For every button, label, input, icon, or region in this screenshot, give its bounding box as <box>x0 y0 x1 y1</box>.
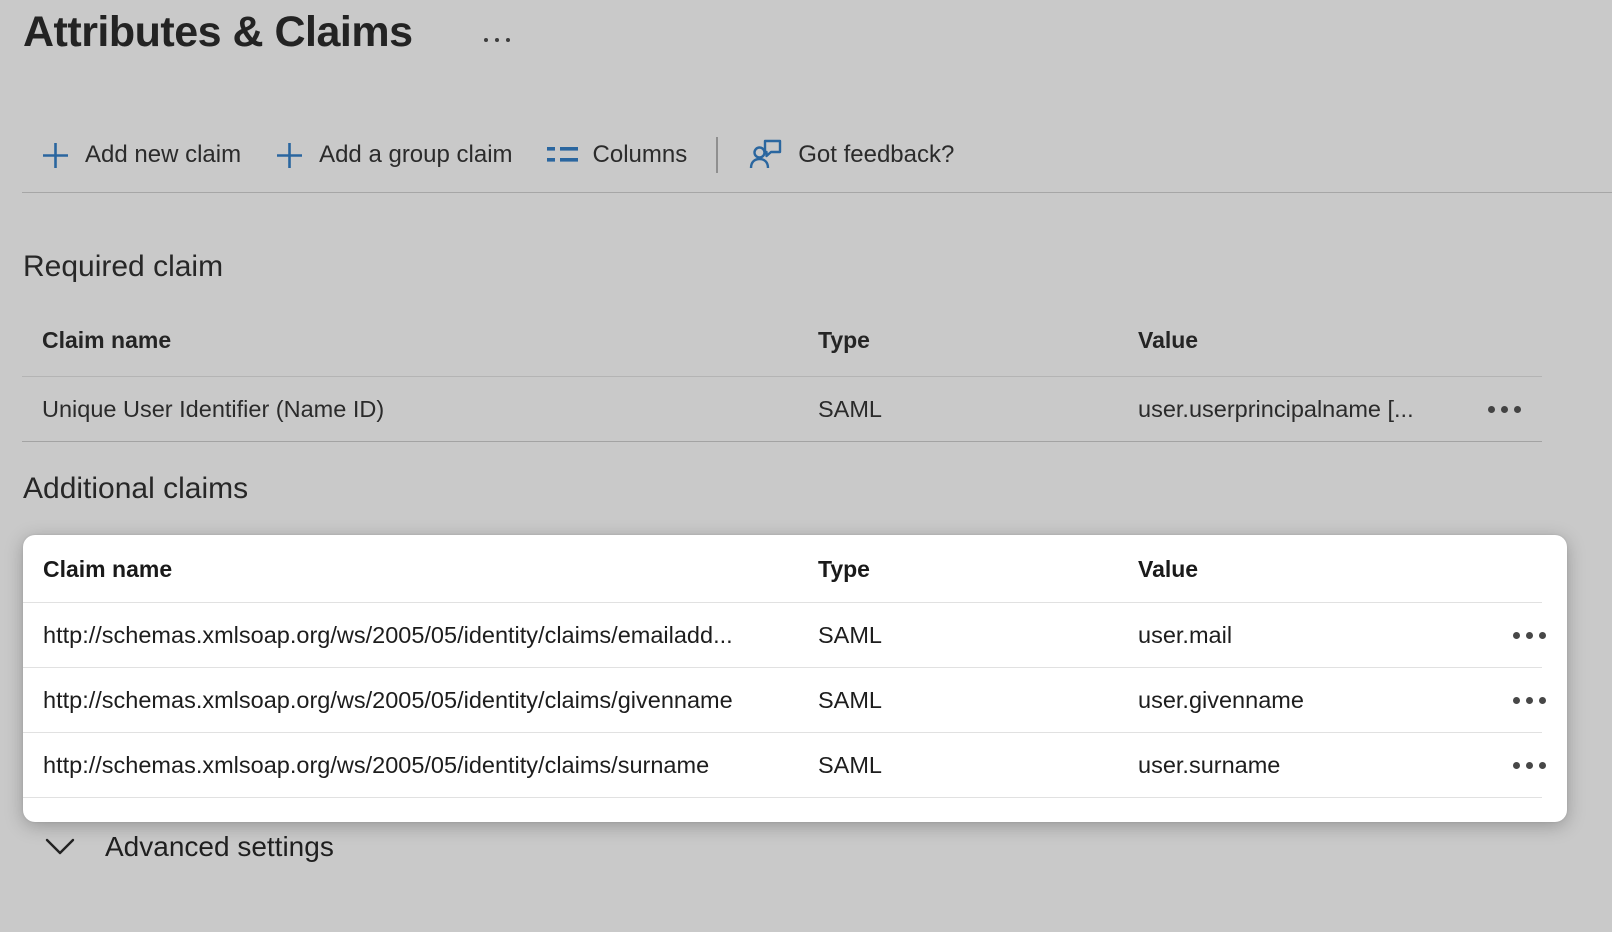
claim-type-cell: SAML <box>818 396 1138 423</box>
command-bar: Add new claim Add a group claim Columns <box>40 131 954 179</box>
got-feedback-label: Got feedback? <box>798 141 954 169</box>
ellipsis-icon <box>495 38 499 42</box>
add-new-claim-label: Add new claim <box>85 141 241 169</box>
chevron-down-icon <box>44 836 76 858</box>
row-context-menu-button[interactable] <box>1511 689 1548 712</box>
columns-label: Columns <box>593 141 688 169</box>
plus-icon <box>40 140 71 171</box>
plus-icon <box>274 140 305 171</box>
ellipsis-icon <box>1514 406 1521 413</box>
got-feedback-button[interactable]: Got feedback? <box>748 137 954 173</box>
person-feedback-icon <box>748 137 784 173</box>
claim-value-cell: user.mail <box>1138 622 1511 649</box>
page-context-menu-button[interactable] <box>484 38 510 42</box>
ellipsis-icon <box>1526 762 1533 769</box>
ellipsis-icon <box>506 38 510 42</box>
table-row-emailaddress-claim[interactable]: http://schemas.xmlsoap.org/ws/2005/05/id… <box>23 603 1567 668</box>
page-title: Attributes & Claims <box>23 8 413 57</box>
ellipsis-icon <box>1513 762 1520 769</box>
ellipsis-icon <box>1526 697 1533 704</box>
toolbar-separator <box>716 137 718 173</box>
claim-name-cell: Unique User Identifier (Name ID) <box>22 396 818 423</box>
column-header-value: Value <box>1138 556 1511 583</box>
row-context-menu-button[interactable] <box>1486 398 1523 421</box>
additional-claims-table: Claim name Type Value http://schemas.xml… <box>23 535 1567 822</box>
columns-button[interactable]: Columns <box>546 141 688 169</box>
ellipsis-icon <box>1513 632 1520 639</box>
column-header-claim-name: Claim name <box>23 556 818 583</box>
column-header-type: Type <box>818 556 1138 583</box>
table-row-unique-user-identifier[interactable]: Unique User Identifier (Name ID) SAML us… <box>22 377 1542 442</box>
required-claim-table: Claim name Type Value Unique User Identi… <box>22 304 1542 442</box>
required-table-header: Claim name Type Value <box>22 304 1542 377</box>
ellipsis-icon <box>1539 697 1546 704</box>
claim-type-cell: SAML <box>818 687 1138 714</box>
table-row-surname-claim[interactable]: http://schemas.xmlsoap.org/ws/2005/05/id… <box>23 733 1567 798</box>
additional-table-header: Claim name Type Value <box>23 535 1567 603</box>
add-group-claim-label: Add a group claim <box>319 141 512 169</box>
claim-name-cell: http://schemas.xmlsoap.org/ws/2005/05/id… <box>23 687 818 714</box>
ellipsis-icon <box>1526 632 1533 639</box>
claim-value-cell: user.givenname <box>1138 687 1511 714</box>
claim-type-cell: SAML <box>818 752 1138 779</box>
advanced-settings-toggle[interactable]: Advanced settings <box>44 831 334 863</box>
ellipsis-icon <box>1513 697 1520 704</box>
columns-icon <box>546 142 579 168</box>
attributes-claims-blade: Attributes & Claims Add new claim Add a … <box>0 0 1612 932</box>
claim-value-cell: user.userprincipalname [... <box>1138 396 1486 423</box>
claim-name-cell: http://schemas.xmlsoap.org/ws/2005/05/id… <box>23 622 818 649</box>
required-claim-heading: Required claim <box>23 250 223 284</box>
add-new-claim-button[interactable]: Add new claim <box>40 140 241 171</box>
claim-type-cell: SAML <box>818 622 1138 649</box>
column-header-type: Type <box>818 327 1138 354</box>
ellipsis-icon <box>484 38 488 42</box>
ellipsis-icon <box>1501 406 1508 413</box>
add-group-claim-button[interactable]: Add a group claim <box>274 140 512 171</box>
table-row-givenname-claim[interactable]: http://schemas.xmlsoap.org/ws/2005/05/id… <box>23 668 1567 733</box>
ellipsis-icon <box>1488 406 1495 413</box>
toolbar-divider <box>22 192 1612 193</box>
additional-claims-heading: Additional claims <box>23 472 248 506</box>
ellipsis-icon <box>1539 632 1546 639</box>
ellipsis-icon <box>1539 762 1546 769</box>
row-context-menu-button[interactable] <box>1511 754 1548 777</box>
row-context-menu-button[interactable] <box>1511 624 1548 647</box>
column-header-claim-name: Claim name <box>22 327 818 354</box>
claim-value-cell: user.surname <box>1138 752 1511 779</box>
advanced-settings-label: Advanced settings <box>105 831 334 863</box>
claim-name-cell: http://schemas.xmlsoap.org/ws/2005/05/id… <box>23 752 818 779</box>
column-header-value: Value <box>1138 327 1486 354</box>
